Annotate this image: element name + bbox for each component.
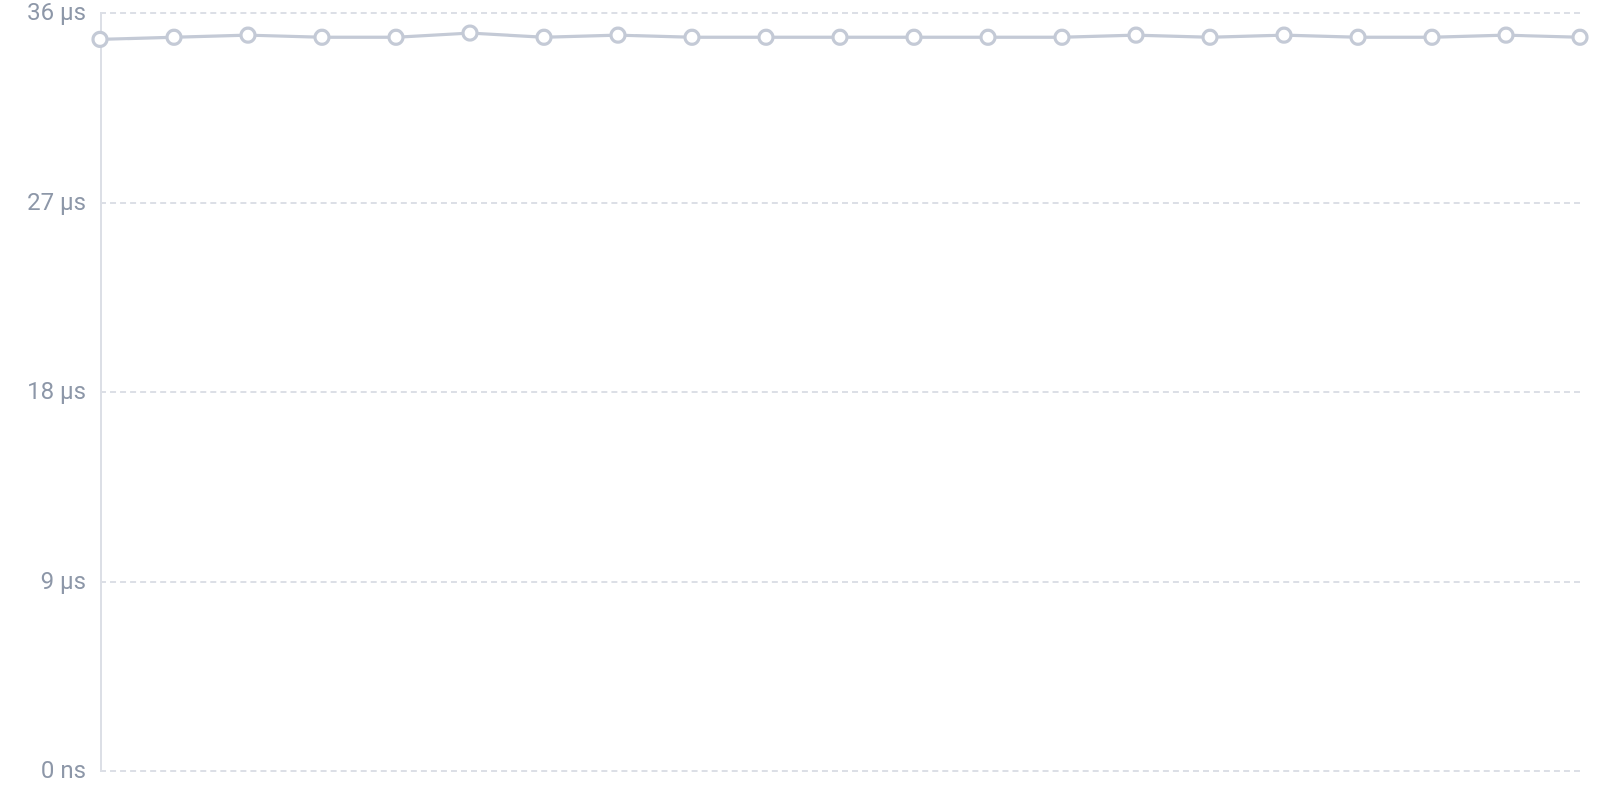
- data-point[interactable]: [1425, 30, 1439, 44]
- data-point[interactable]: [537, 30, 551, 44]
- data-point[interactable]: [759, 30, 773, 44]
- plot-layer: [0, 0, 1600, 800]
- data-point[interactable]: [389, 30, 403, 44]
- data-point[interactable]: [241, 28, 255, 42]
- data-point[interactable]: [1203, 30, 1217, 44]
- data-point[interactable]: [833, 30, 847, 44]
- data-point[interactable]: [93, 32, 107, 46]
- latency-line-chart: 0 ns9 µs18 µs27 µs36 µs: [0, 0, 1600, 800]
- data-point[interactable]: [463, 26, 477, 40]
- data-point[interactable]: [685, 30, 699, 44]
- data-point[interactable]: [1573, 30, 1587, 44]
- data-point[interactable]: [315, 30, 329, 44]
- data-point[interactable]: [981, 30, 995, 44]
- data-point[interactable]: [167, 30, 181, 44]
- data-point[interactable]: [611, 28, 625, 42]
- data-point[interactable]: [1277, 28, 1291, 42]
- data-point[interactable]: [1129, 28, 1143, 42]
- data-point[interactable]: [1351, 30, 1365, 44]
- data-point[interactable]: [1055, 30, 1069, 44]
- data-point[interactable]: [907, 30, 921, 44]
- data-point[interactable]: [1499, 28, 1513, 42]
